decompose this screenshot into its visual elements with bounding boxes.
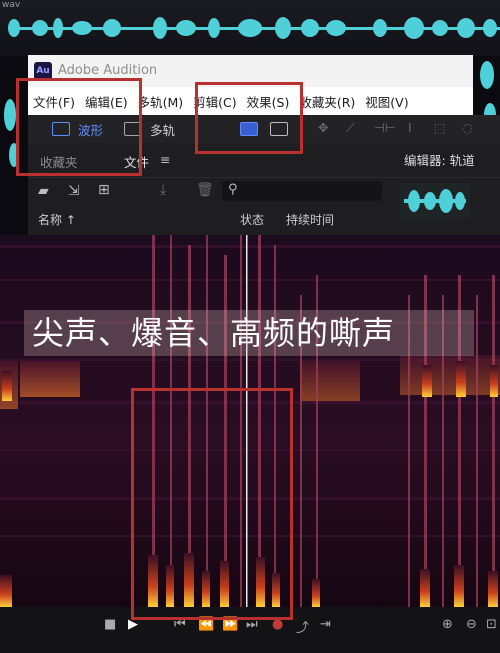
clip-waveform: [404, 189, 466, 213]
waveform-preview: [8, 17, 500, 39]
new-file-icon[interactable]: ⊞: [98, 182, 110, 198]
highlight-spectral-bursts: [131, 388, 293, 620]
import-icon[interactable]: ⇲: [68, 183, 80, 199]
highlight-file-edit-menus: [16, 78, 142, 176]
col-duration[interactable]: 持续时间: [286, 211, 334, 228]
multitrack-view-button[interactable]: 多轨: [150, 120, 175, 139]
menu-view[interactable]: 视图(V): [360, 92, 413, 111]
delete-icon[interactable]: 🗑: [196, 182, 214, 198]
skip-selection-icon[interactable]: ⇥: [320, 617, 331, 632]
zoom-in-icon[interactable]: ⊕: [442, 617, 453, 632]
column-headers: 名称 ↑ 状态 持续时间: [28, 206, 400, 230]
panel-menu-icon[interactable]: ≡: [160, 152, 170, 167]
loop-icon[interactable]: ⤴: [296, 617, 309, 636]
col-name[interactable]: 名称 ↑: [38, 211, 76, 228]
menu-favorites[interactable]: 收藏夹(R): [294, 92, 360, 111]
track-clip-thumbnail[interactable]: [400, 183, 470, 219]
stop-icon[interactable]: ■: [104, 617, 116, 632]
file-label: wav: [2, 0, 21, 10]
panel-tools: ▰ ⇲ ⊞ ⤓ 🗑 ⚲: [28, 178, 400, 206]
slip-tool-icon[interactable]: ⊣⊢: [374, 120, 396, 135]
lasso-tool-icon[interactable]: ◌: [462, 120, 473, 135]
top-waveform-strip: wav: [0, 0, 500, 56]
zoom-out-icon[interactable]: ⊖: [466, 617, 477, 632]
move-tool-icon[interactable]: ✥: [318, 120, 328, 135]
razor-tool-icon[interactable]: ⟋: [346, 120, 355, 136]
marquee-tool-icon[interactable]: ⬚: [434, 120, 446, 135]
search-input[interactable]: ⚲: [222, 181, 382, 201]
caption-text: 尖声、爆音、高频的嘶声: [24, 310, 474, 356]
editor-header: 编辑器: 轨道: [404, 153, 475, 168]
open-folder-icon[interactable]: ▰: [38, 183, 49, 199]
highlight-spectral-toggle: [195, 82, 303, 154]
search-icon: ⚲: [228, 182, 238, 197]
zoom-full-icon[interactable]: ⊡: [486, 617, 497, 632]
app-title: Adobe Audition: [58, 63, 158, 78]
col-status[interactable]: 状态: [240, 211, 264, 228]
time-selection-tool-icon[interactable]: I: [408, 120, 412, 135]
save-icon[interactable]: ⤓: [160, 182, 166, 198]
